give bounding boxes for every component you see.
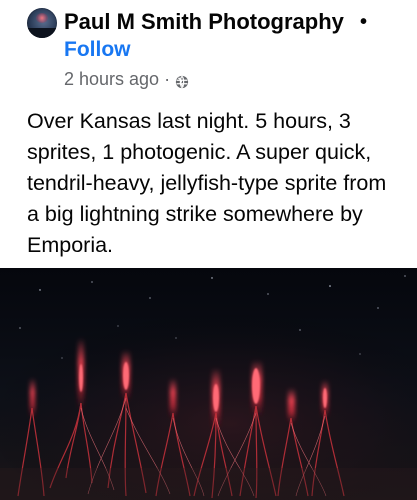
avatar[interactable]: [27, 8, 57, 38]
avatar-ground: [27, 28, 57, 38]
sprite-photo-svg: [0, 268, 417, 500]
meta-separator: ·: [164, 69, 171, 89]
page-name[interactable]: Paul M Smith Photography: [64, 8, 344, 36]
post-meta: 2 hours ago ·: [64, 68, 189, 90]
header-separator: •: [360, 11, 368, 33]
timestamp[interactable]: 2 hours ago: [64, 68, 159, 90]
post-header: Paul M Smith Photography • Follow 2 hour…: [0, 0, 417, 100]
follow-button[interactable]: Follow: [64, 37, 131, 63]
post-photo[interactable]: [0, 268, 417, 500]
facebook-post: Paul M Smith Photography • Follow 2 hour…: [0, 0, 417, 500]
post-caption: Over Kansas last night. 5 hours, 3 sprit…: [27, 109, 387, 257]
ground-haze: [0, 468, 417, 500]
globe-icon[interactable]: [175, 72, 189, 89]
avatar-glow: [36, 13, 48, 23]
